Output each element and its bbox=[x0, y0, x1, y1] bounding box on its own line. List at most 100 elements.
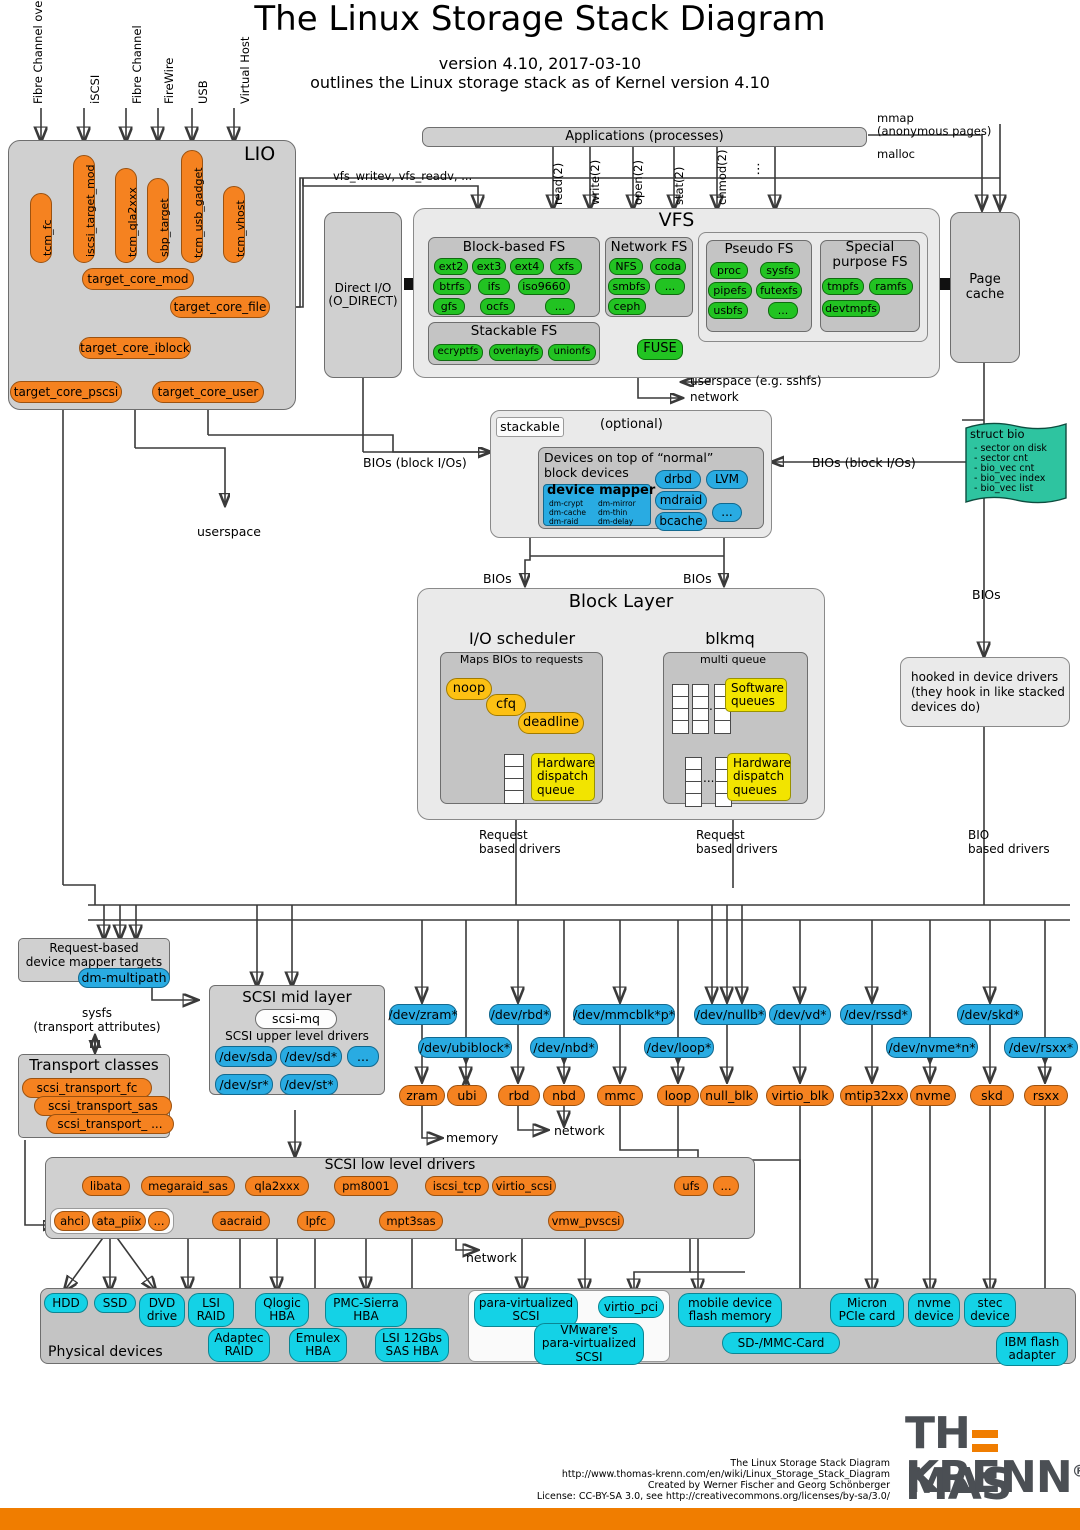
lio-frontend-sbp-target[interactable]: sbp_target bbox=[147, 178, 171, 263]
fs-devtmpfs[interactable]: devtmpfs bbox=[822, 300, 880, 317]
fs-proc[interactable]: proc bbox=[710, 262, 748, 279]
phys-adaptec-raid[interactable]: Adaptec RAID bbox=[208, 1328, 270, 1362]
lio-frontend-tcm-fc[interactable]: tcm_fc bbox=[30, 193, 54, 263]
lld-aacraid[interactable]: aacraid bbox=[212, 1211, 270, 1231]
stackable-bcache[interactable]: bcache bbox=[655, 512, 707, 531]
scsi-mq-pill[interactable]: scsi-mq bbox=[255, 1009, 337, 1029]
dev-loop[interactable]: /dev/loop* bbox=[644, 1037, 714, 1058]
driver-mmc[interactable]: mmc bbox=[597, 1085, 643, 1106]
lld-qla2xxx[interactable]: qla2xxx bbox=[245, 1176, 309, 1196]
driver-loop[interactable]: loop bbox=[657, 1085, 699, 1106]
phys-virtio-pci[interactable]: virtio_pci bbox=[598, 1296, 664, 1318]
lld-ata-piix[interactable]: ata_piix bbox=[92, 1211, 146, 1231]
fs-coda[interactable]: coda bbox=[650, 258, 686, 275]
scheduler-cfq[interactable]: cfq bbox=[486, 694, 526, 716]
lio-target-core-iblock[interactable]: target_core_iblock bbox=[79, 337, 191, 359]
lld-ata-more[interactable]: ... bbox=[148, 1211, 170, 1231]
lld-iscsi-tcp[interactable]: iscsi_tcp bbox=[425, 1176, 489, 1196]
lio-frontend-tcm-usb-gadget[interactable]: tcm_usb_gadget bbox=[181, 150, 205, 263]
scsi-transport-more[interactable]: scsi_transport_ ... bbox=[46, 1114, 174, 1134]
dev-st-star[interactable]: /dev/st* bbox=[280, 1074, 338, 1095]
driver-virtio-blk[interactable]: virtio_blk bbox=[766, 1085, 834, 1106]
stackable-mdraid[interactable]: mdraid bbox=[655, 491, 707, 510]
phys-lsi-12gbs-sas-hba[interactable]: LSI 12Gbs SAS HBA bbox=[375, 1328, 449, 1362]
phys-para-virtualized-scsi[interactable]: para-virtualized SCSI bbox=[474, 1293, 578, 1327]
lio-target-core-file[interactable]: target_core_file bbox=[170, 296, 270, 318]
driver-nvme[interactable]: nvme bbox=[910, 1085, 956, 1106]
phys-mobile-device-flash-memory[interactable]: mobile device flash memory bbox=[678, 1293, 782, 1327]
dev-sda[interactable]: /dev/sda bbox=[215, 1046, 277, 1067]
fs-pipefs[interactable]: pipefs bbox=[708, 282, 752, 299]
fs-ext3[interactable]: ext3 bbox=[472, 258, 506, 275]
phys-stec-device[interactable]: stec device bbox=[964, 1293, 1016, 1327]
phys-pmc-sierra-hba[interactable]: PMC-Sierra HBA bbox=[325, 1293, 407, 1327]
dev-sr-star[interactable]: /dev/sr* bbox=[215, 1074, 273, 1095]
fs-ext2[interactable]: ext2 bbox=[434, 258, 468, 275]
lld-libata[interactable]: libata bbox=[82, 1176, 130, 1196]
dev-zram[interactable]: /dev/zram* bbox=[388, 1004, 458, 1025]
dev-rssd[interactable]: /dev/rssd* bbox=[840, 1004, 912, 1025]
phys-nvme-device[interactable]: nvme device bbox=[908, 1293, 960, 1327]
lld-virtio-scsi[interactable]: virtio_scsi bbox=[492, 1176, 556, 1196]
lld-mpt3sas[interactable]: mpt3sas bbox=[379, 1211, 443, 1231]
lld-ahci[interactable]: ahci bbox=[54, 1211, 90, 1231]
driver-skd[interactable]: skd bbox=[970, 1085, 1014, 1106]
phys-ssd[interactable]: SSD bbox=[94, 1293, 136, 1313]
scsi-transport-sas[interactable]: scsi_transport_sas bbox=[34, 1096, 172, 1116]
fs-usbfs[interactable]: usbfs bbox=[708, 302, 748, 319]
fs-gfs[interactable]: gfs bbox=[433, 298, 465, 315]
driver-zram[interactable]: zram bbox=[399, 1085, 445, 1106]
fs-xfs[interactable]: xfs bbox=[550, 258, 582, 275]
phys-ibm-flash-adapter[interactable]: IBM flash adapter bbox=[996, 1332, 1068, 1366]
phys-qlogic-hba[interactable]: Qlogic HBA bbox=[255, 1293, 309, 1327]
fs-pseudo-more[interactable]: ... bbox=[768, 302, 798, 319]
lio-frontend-iscsi-target-mod[interactable]: iscsi_target_mod bbox=[73, 155, 97, 263]
driver-rbd[interactable]: rbd bbox=[498, 1085, 540, 1106]
dm-multipath[interactable]: dm-multipath bbox=[78, 968, 170, 988]
fs-ecryptfs[interactable]: ecryptfs bbox=[433, 344, 483, 361]
fs-futexfs[interactable]: futexfs bbox=[756, 282, 802, 299]
fs-sysfs[interactable]: sysfs bbox=[760, 262, 800, 279]
fs-overlayfs[interactable]: overlayfs bbox=[489, 344, 543, 361]
lio-target-core-user[interactable]: target_core_user bbox=[152, 381, 264, 403]
fs-ifs[interactable]: ifs bbox=[478, 278, 510, 295]
lio-frontend-tcm-vhost[interactable]: tcm_vhost bbox=[223, 186, 247, 263]
dev-skd[interactable]: /dev/skd* bbox=[957, 1004, 1023, 1025]
scsi-transport-fc[interactable]: scsi_transport_fc bbox=[22, 1078, 152, 1098]
fs-smbfs[interactable]: smbfs bbox=[608, 278, 650, 295]
stackable-more[interactable]: ... bbox=[712, 503, 742, 522]
fs-ceph[interactable]: ceph bbox=[608, 298, 646, 315]
phys-dvd-drive[interactable]: DVD drive bbox=[139, 1293, 185, 1327]
driver-ubi[interactable]: ubi bbox=[447, 1085, 487, 1106]
stackable-lvm[interactable]: LVM bbox=[706, 470, 748, 489]
lld-lpfc[interactable]: lpfc bbox=[297, 1211, 335, 1231]
dev-vd[interactable]: /dev/vd* bbox=[769, 1004, 831, 1025]
dev-sd-star[interactable]: /dev/sd* bbox=[280, 1046, 342, 1067]
fs-fuse[interactable]: FUSE bbox=[637, 339, 683, 360]
fs-network-more[interactable]: ... bbox=[655, 278, 685, 295]
lld-vmw-pvscsi[interactable]: vmw_pvscsi bbox=[548, 1211, 624, 1231]
phys-micron-pcie-card[interactable]: Micron PCIe card bbox=[830, 1293, 904, 1327]
lld-ufs[interactable]: ufs bbox=[674, 1176, 708, 1196]
scheduler-deadline[interactable]: deadline bbox=[518, 712, 584, 734]
dev-scsi-more[interactable]: ... bbox=[347, 1046, 379, 1067]
dev-rsxx[interactable]: /dev/rsxx* bbox=[1004, 1037, 1078, 1058]
scheduler-noop[interactable]: noop bbox=[446, 678, 492, 700]
fs-ramfs[interactable]: ramfs bbox=[869, 278, 913, 295]
driver-null-blk[interactable]: null_blk bbox=[700, 1085, 758, 1106]
lio-frontend-tcm-qla2xxx[interactable]: tcm_qla2xxx bbox=[115, 168, 139, 263]
driver-rsxx[interactable]: rsxx bbox=[1024, 1085, 1068, 1106]
fs-btrfs[interactable]: btrfs bbox=[433, 278, 471, 295]
dev-nbd[interactable]: /dev/nbd* bbox=[530, 1037, 598, 1058]
fs-nfs[interactable]: NFS bbox=[609, 258, 643, 275]
phys-lsi-raid[interactable]: LSI RAID bbox=[188, 1293, 234, 1327]
driver-mtip32xx[interactable]: mtip32xx bbox=[840, 1085, 908, 1106]
lld-pm8001[interactable]: pm8001 bbox=[334, 1176, 398, 1196]
dev-mmcblk[interactable]: /dev/mmcblk*p* bbox=[573, 1004, 675, 1025]
lio-target-core-pscsi[interactable]: target_core_pscsi bbox=[10, 381, 122, 403]
phys-vmware-para-virtualized-scsi[interactable]: VMware's para-virtualized SCSI bbox=[534, 1323, 644, 1365]
stackable-drbd[interactable]: drbd bbox=[655, 470, 701, 489]
dev-rbd[interactable]: /dev/rbd* bbox=[489, 1004, 551, 1025]
fs-unionfs[interactable]: unionfs bbox=[548, 344, 596, 361]
lld-more[interactable]: ... bbox=[713, 1176, 739, 1196]
